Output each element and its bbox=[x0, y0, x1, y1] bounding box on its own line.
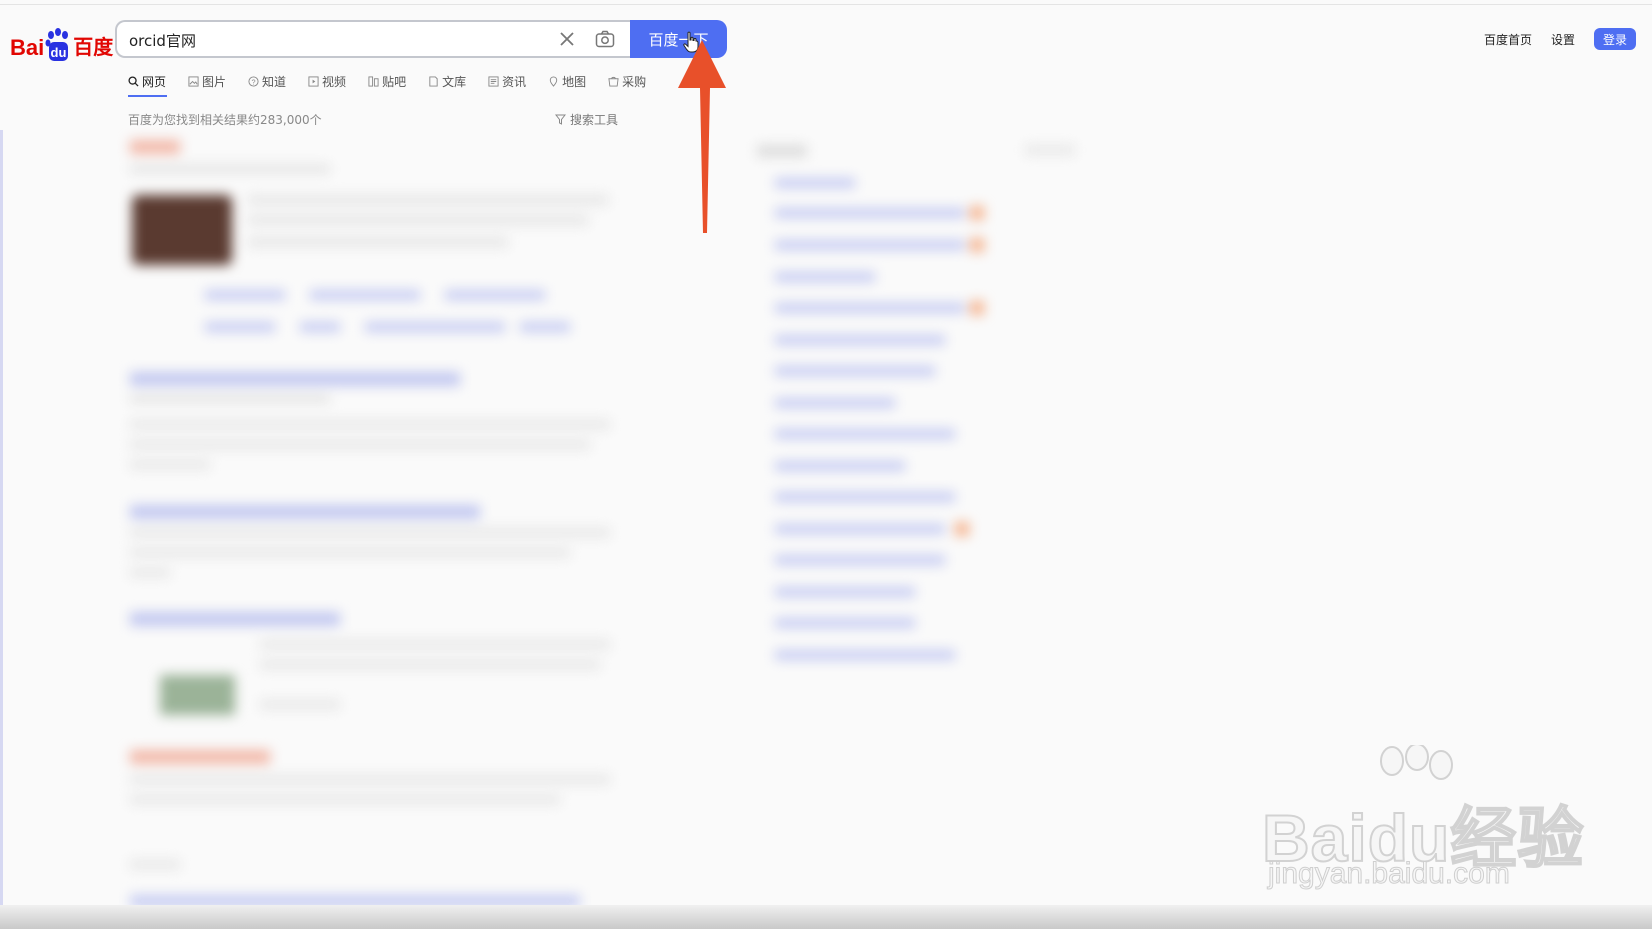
search-tools-button[interactable]: 搜索工具 bbox=[555, 111, 618, 128]
search-tools-label: 搜索工具 bbox=[570, 113, 619, 127]
baidu-home-link[interactable]: 百度首页 bbox=[1484, 31, 1532, 48]
annotation-arrow bbox=[678, 40, 726, 233]
tab-video[interactable]: 视频 bbox=[308, 70, 346, 92]
left-edge-bar bbox=[0, 130, 3, 920]
svg-text:?: ? bbox=[251, 77, 255, 86]
search-tabs: 网页 图片 ? 知道 视频 贴吧 文库 资讯 地图 采购 bbox=[128, 70, 668, 98]
svg-text:du: du bbox=[51, 45, 67, 60]
tab-label: 视频 bbox=[322, 74, 347, 89]
purchase-icon bbox=[608, 76, 619, 87]
image-icon bbox=[188, 75, 199, 87]
map-icon bbox=[549, 75, 558, 87]
tab-purchase[interactable]: 采购 bbox=[608, 70, 646, 92]
video-icon bbox=[308, 75, 319, 87]
tab-label: 采购 bbox=[622, 74, 647, 89]
tab-images[interactable]: 图片 bbox=[188, 70, 226, 92]
news-icon bbox=[488, 75, 499, 87]
settings-link[interactable]: 设置 bbox=[1551, 31, 1575, 48]
result-count: 百度为您找到相关结果约283,000个 bbox=[128, 113, 322, 127]
watermark-url: jingyan.baidu.com bbox=[1268, 857, 1511, 891]
tab-label: 贴吧 bbox=[382, 74, 407, 89]
tab-map[interactable]: 地图 bbox=[548, 70, 586, 92]
tab-zhidao[interactable]: ? 知道 bbox=[248, 70, 286, 92]
tab-label: 图片 bbox=[202, 74, 227, 89]
filter-icon bbox=[555, 114, 566, 125]
tab-label: 地图 bbox=[562, 74, 587, 89]
baidu-logo[interactable]: Bai du 百度 bbox=[10, 22, 113, 62]
logo-chinese-text: 百度 bbox=[73, 37, 114, 59]
tieba-icon bbox=[368, 75, 379, 87]
tab-label: 资讯 bbox=[502, 74, 527, 89]
login-button[interactable]: 登录 bbox=[1594, 28, 1636, 50]
tab-label: 文库 bbox=[442, 74, 467, 89]
bottom-bar bbox=[0, 905, 1652, 929]
tab-label: 网页 bbox=[142, 74, 167, 89]
search-box[interactable] bbox=[115, 20, 630, 58]
search-icon bbox=[128, 75, 139, 87]
document-icon bbox=[429, 75, 438, 87]
camera-icon[interactable] bbox=[595, 30, 615, 48]
clear-icon[interactable] bbox=[557, 29, 577, 49]
tab-wenku[interactable]: 文库 bbox=[428, 70, 466, 92]
tab-tieba[interactable]: 贴吧 bbox=[368, 70, 406, 92]
search-input[interactable] bbox=[127, 22, 531, 58]
top-divider bbox=[0, 4, 1652, 5]
tab-label: 知道 bbox=[262, 74, 287, 89]
paw-icon: du bbox=[45, 28, 69, 61]
tab-web[interactable]: 网页 bbox=[128, 70, 166, 92]
question-icon: ? bbox=[248, 75, 259, 87]
active-tab-indicator bbox=[128, 95, 167, 97]
logo-bai-text: Bai bbox=[10, 35, 45, 60]
tab-news[interactable]: 资讯 bbox=[488, 70, 526, 92]
